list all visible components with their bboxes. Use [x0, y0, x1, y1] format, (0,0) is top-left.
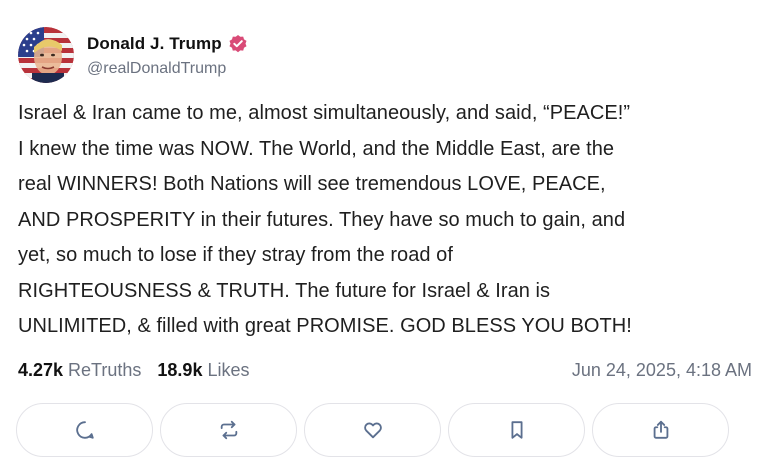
- likes-label: Likes: [207, 359, 250, 380]
- post-timestamp[interactable]: Jun 24, 2025, 4:18 AM: [572, 360, 752, 381]
- bookmark-button[interactable]: [448, 403, 585, 457]
- like-icon: [363, 422, 382, 439]
- author-handle[interactable]: @realDonaldTrump: [87, 60, 248, 78]
- likes-count: 18.9k: [157, 359, 203, 380]
- reply-button[interactable]: [16, 403, 153, 457]
- name-row: Donald J. Trump: [87, 32, 248, 56]
- avatar[interactable]: [18, 27, 74, 83]
- share-button[interactable]: [592, 403, 729, 457]
- bookmark-icon: [511, 421, 522, 439]
- post-stats: 4.27k ReTruths 18.9k Likes Jun 24, 2025,…: [18, 356, 752, 384]
- verified-badge-icon: [228, 34, 248, 54]
- retruth-button[interactable]: [160, 403, 297, 457]
- post-body-text: Israel & Iran came to me, almost simulta…: [18, 102, 632, 337]
- post-header: Donald J. Trump @realDonaldTrump: [18, 27, 248, 83]
- author-names: Donald J. Trump @realDonaldTrump: [87, 32, 248, 78]
- like-button[interactable]: [304, 403, 441, 457]
- post-card: Donald J. Trump @realDonaldTrump Israel …: [0, 0, 770, 471]
- retruths-stat[interactable]: 4.27k ReTruths: [18, 360, 141, 381]
- retruths-count: 4.27k: [18, 359, 64, 380]
- retruths-label: ReTruths: [68, 359, 142, 380]
- action-bar: [16, 403, 729, 457]
- reply-icon: [75, 421, 94, 439]
- retruth-icon: [220, 420, 237, 440]
- likes-stat[interactable]: 18.9k Likes: [157, 360, 249, 381]
- avatar-image: [18, 27, 74, 83]
- share-icon: [653, 420, 668, 439]
- author-display-name[interactable]: Donald J. Trump: [87, 34, 222, 54]
